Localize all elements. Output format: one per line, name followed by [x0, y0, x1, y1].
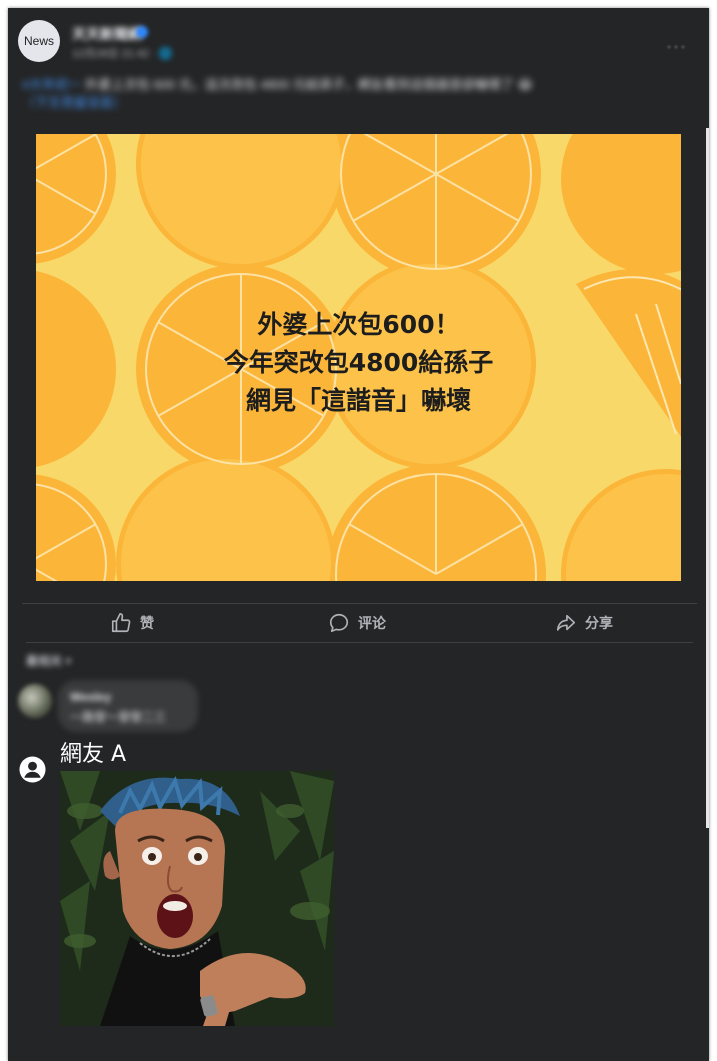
comment-label: 评论: [358, 616, 386, 632]
divider: [22, 603, 697, 604]
comment-bubble-icon: [329, 613, 349, 633]
verified-badge-icon: [136, 26, 148, 38]
comment-bubble: Wesley 一路發～發發二三: [58, 680, 198, 732]
headline-line: 今年突改包4800給孫子: [223, 348, 494, 377]
comment-button[interactable]: 评论: [328, 612, 386, 634]
image-headline: 外婆上次包600！ 今年突改包4800給孫子 網見「這諧音」嚇壞: [36, 306, 681, 420]
comment-sort-dropdown[interactable]: 最相关 ▾: [26, 652, 71, 669]
share-arrow-icon: [556, 614, 576, 631]
headline-line: 外婆上次包600！: [257, 310, 460, 339]
window-edge: [706, 128, 709, 828]
thumbs-up-icon: [111, 613, 131, 633]
more-horizontal-icon[interactable]: ···: [666, 36, 687, 57]
share-label: 分享: [585, 616, 613, 632]
post-card: News 天天新聞網 12月28日 21:42 · 🌐 ··· #大年初一 外婆…: [8, 8, 709, 1061]
share-button[interactable]: 分享: [555, 612, 613, 634]
commenter-avatar[interactable]: [18, 684, 52, 718]
headline-line: 網見「這諧音」嚇壞: [245, 386, 471, 415]
comment-text: 一路發～發發二三: [70, 710, 167, 724]
hashtag-link[interactable]: #大年初一: [22, 77, 81, 92]
commenter-name[interactable]: 網友 A: [60, 736, 126, 768]
post-text: #大年初一 外婆上次包 600 元，這次改包 4800 元給孫子，網友看到這個諧…: [22, 76, 662, 112]
page-name[interactable]: 天天新聞網: [72, 24, 142, 44]
post-image[interactable]: 外婆上次包600！ 今年突改包4800給孫子 網見「這諧音」嚇壞: [36, 134, 681, 581]
post-body: 外婆上次包 600 元，這次改包 4800 元給孫子，網友看到這個諧音卻嚇壞了 …: [84, 77, 533, 92]
commenter-name[interactable]: Wesley: [70, 690, 111, 704]
like-label: 赞: [140, 616, 154, 632]
page-avatar[interactable]: News: [18, 20, 60, 62]
comment-image-shocked-man-meme[interactable]: [60, 771, 334, 1026]
like-button[interactable]: 赞: [110, 612, 154, 634]
post-timestamp[interactable]: 12月28日 21:42 · 🌐: [72, 45, 173, 61]
see-more-link[interactable]: （下文見留言區）: [22, 95, 126, 110]
shocked-man-meme: [60, 771, 334, 1026]
user-avatar-icon[interactable]: [19, 756, 46, 783]
divider: [26, 642, 693, 643]
